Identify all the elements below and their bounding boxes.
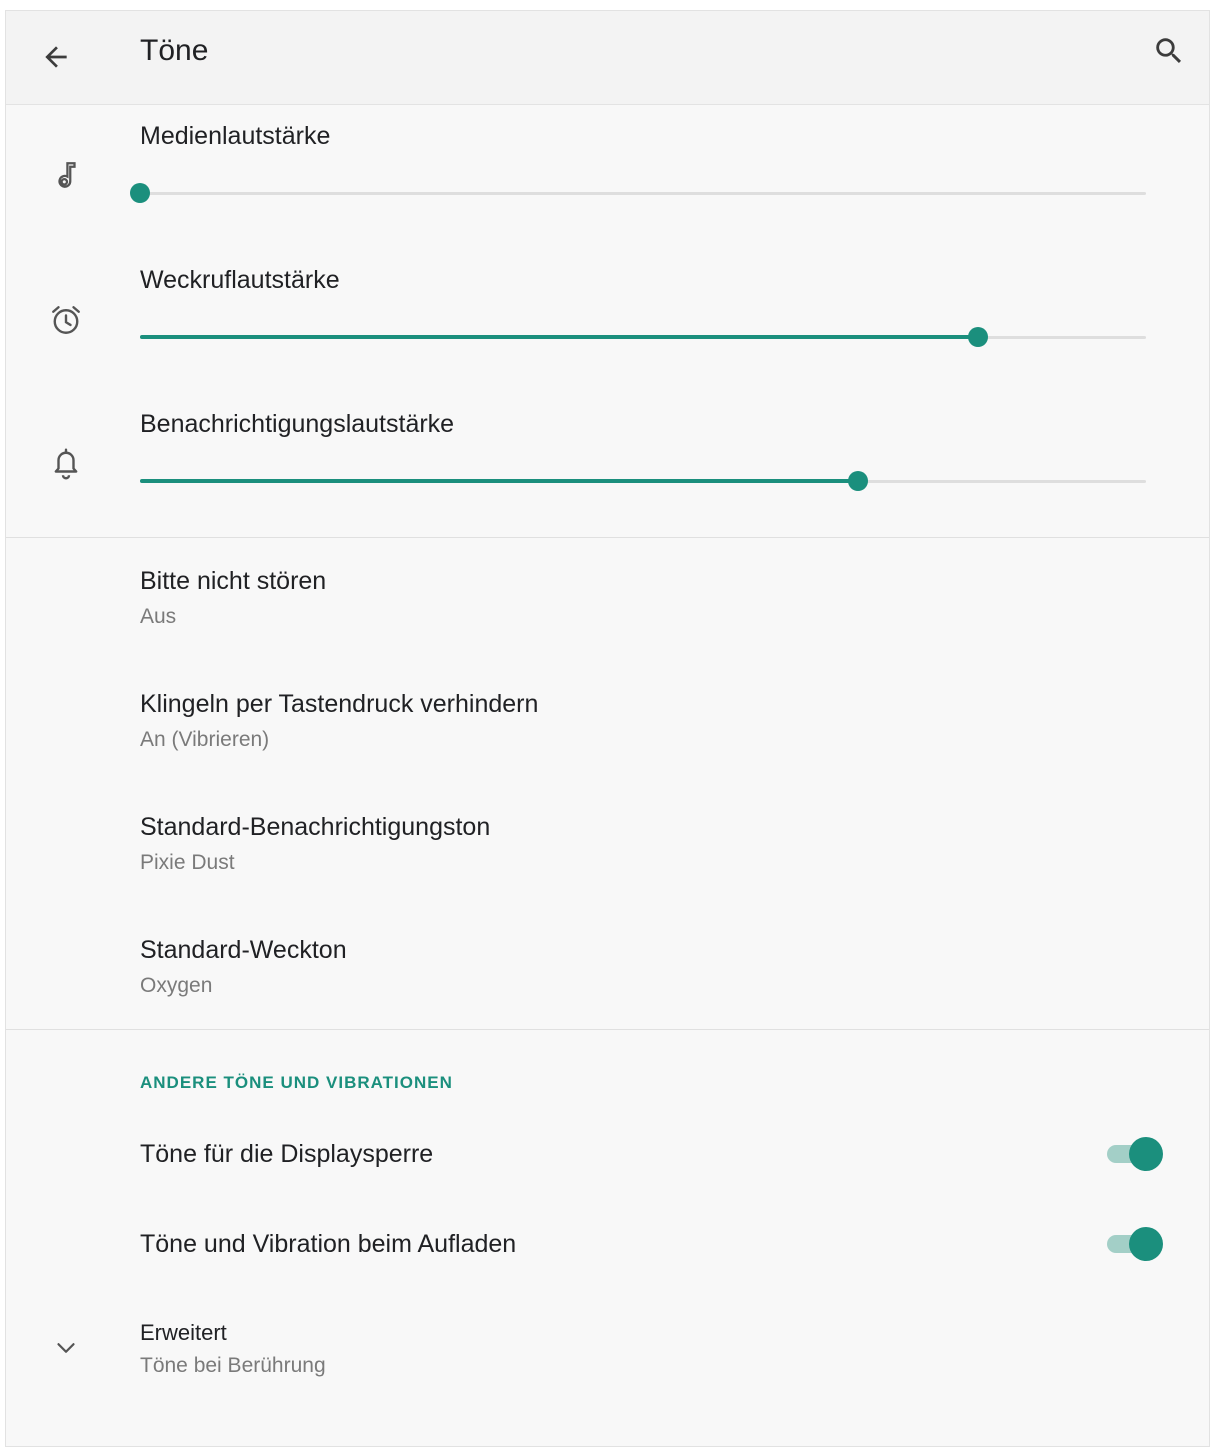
pref-summary: Aus [140, 605, 177, 628]
alarm-icon [46, 300, 86, 340]
switch-thumb [1129, 1227, 1163, 1261]
pref-summary: Pixie Dust [140, 851, 235, 874]
alarm-volume-slider[interactable] [140, 322, 1146, 352]
chevron-down-icon [46, 1328, 86, 1368]
pref-charging-sounds[interactable]: Töne und Vibration beim Aufladen [6, 1201, 1209, 1287]
pref-title: Erweitert [140, 1320, 227, 1345]
pref-summary: Töne bei Berührung [140, 1354, 326, 1377]
pref-do-not-disturb[interactable]: Bitte nicht stören Aus [6, 551, 1209, 666]
media-volume-label: Medienlautstärke [140, 122, 331, 150]
slider-track [140, 192, 1146, 195]
music-note-icon [46, 156, 86, 196]
divider [6, 1029, 1209, 1030]
switch-thumb [1129, 1137, 1163, 1171]
page-title: Töne [140, 34, 209, 67]
pref-default-notification-sound[interactable]: Standard-Benachrichtigungston Pixie Dust [6, 797, 1209, 912]
screen-lock-sounds-toggle[interactable] [1107, 1134, 1165, 1174]
media-volume-slider[interactable] [130, 178, 1146, 208]
search-button[interactable] [1145, 27, 1193, 75]
settings-screen: Töne Medienlautstärke Weckruflautstärke … [5, 10, 1210, 1447]
pref-default-alarm-sound[interactable]: Standard-Weckton Oxygen [6, 920, 1209, 1035]
pref-title: Standard-Weckton [140, 936, 347, 964]
pref-summary: An (Vibrieren) [140, 728, 270, 751]
notification-volume-row: Benachrichtigungslautstärke [6, 399, 1209, 539]
divider [6, 537, 1209, 538]
app-bar: Töne [6, 11, 1209, 105]
alarm-volume-label: Weckruflautstärke [140, 266, 340, 294]
pref-screen-lock-sounds[interactable]: Töne für die Displaysperre [6, 1111, 1209, 1197]
slider-thumb[interactable] [130, 183, 150, 203]
pref-title: Standard-Benachrichtigungston [140, 813, 491, 841]
section-header-other-sounds: ANDERE TÖNE UND VIBRATIONEN [140, 1073, 453, 1092]
slider-thumb[interactable] [968, 327, 988, 347]
pref-title: Bitte nicht stören [140, 567, 327, 595]
search-icon [1156, 38, 1182, 64]
pref-title: Töne und Vibration beim Aufladen [140, 1230, 517, 1258]
notification-volume-label: Benachrichtigungslautstärke [140, 410, 455, 438]
slider-fill [140, 335, 978, 339]
pref-title: Töne für die Displaysperre [140, 1140, 434, 1168]
slider-thumb[interactable] [848, 471, 868, 491]
pref-prevent-ringing[interactable]: Klingeln per Tastendruck verhindern An (… [6, 674, 1209, 789]
pref-summary: Oxygen [140, 974, 213, 997]
back-button[interactable] [32, 33, 80, 81]
charging-sounds-toggle[interactable] [1107, 1224, 1165, 1264]
pref-advanced[interactable]: Erweitert Töne bei Berührung [6, 1301, 1209, 1401]
arrow-back-icon [45, 46, 67, 68]
alarm-volume-row: Weckruflautstärke [6, 255, 1209, 395]
pref-title: Klingeln per Tastendruck verhindern [140, 690, 539, 718]
bell-icon [46, 444, 86, 484]
notification-volume-slider[interactable] [140, 466, 1146, 496]
media-volume-row: Medienlautstärke [6, 111, 1209, 251]
slider-fill [140, 479, 858, 483]
